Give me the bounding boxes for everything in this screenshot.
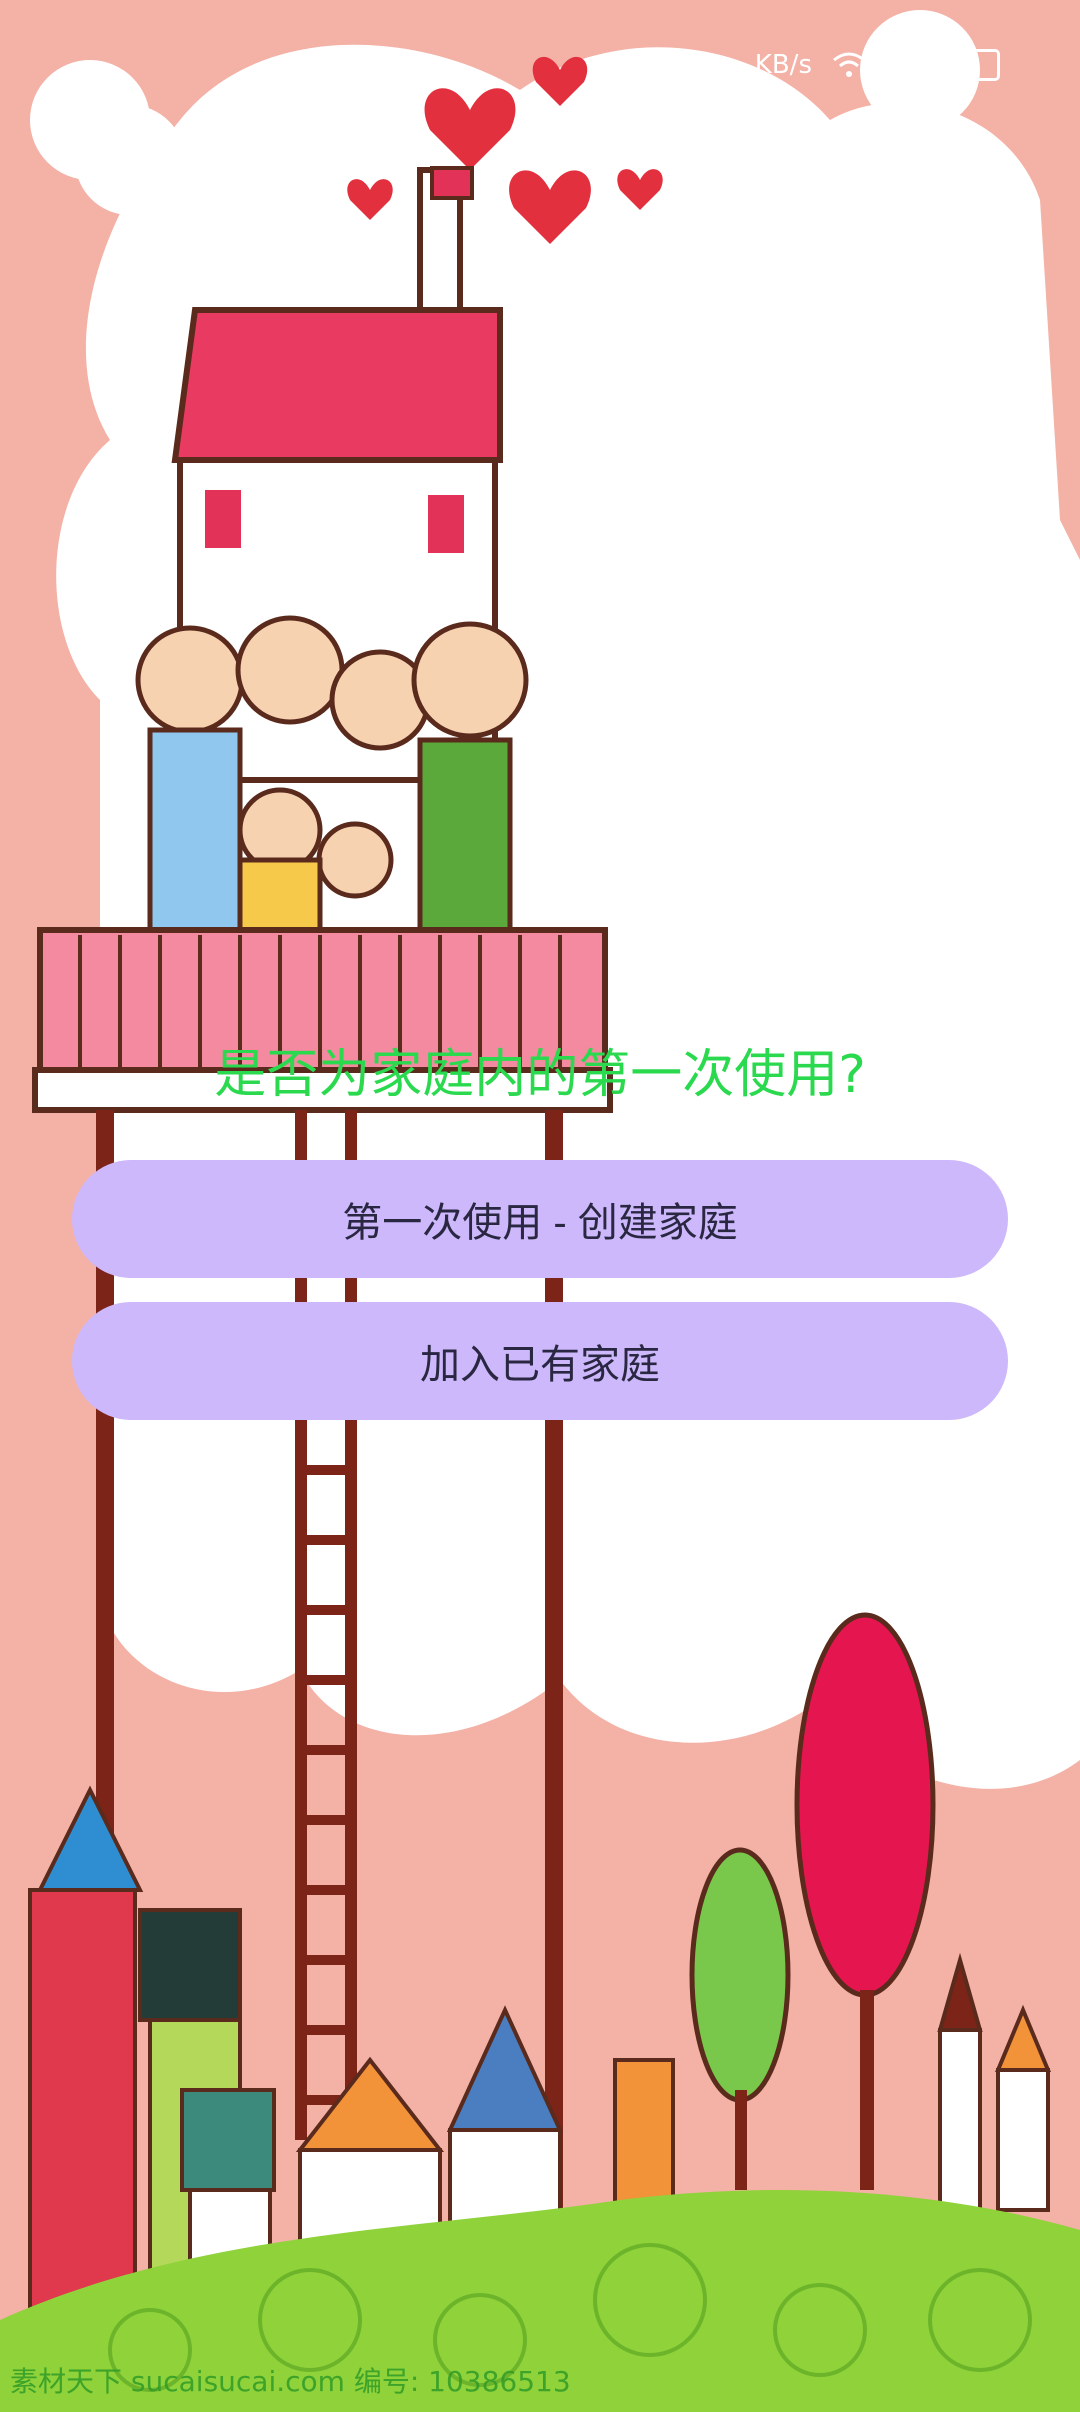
network-speed-label: KB/s [754, 50, 812, 80]
wifi-icon [833, 52, 865, 77]
battery-icon [940, 49, 1000, 81]
watermark: 素材天下 sucaisucai.com 编号: 10386513 [10, 2365, 571, 2398]
first-use-question: 是否为家庭内的第一次使用? [214, 1045, 866, 1105]
join-family-button[interactable]: 加入已有家庭 [72, 1302, 1008, 1420]
status-bar: KB/s [755, 40, 1000, 90]
phone-icon [892, 54, 916, 79]
create-family-button[interactable]: 第一次使用 - 创建家庭 [72, 1160, 1008, 1278]
